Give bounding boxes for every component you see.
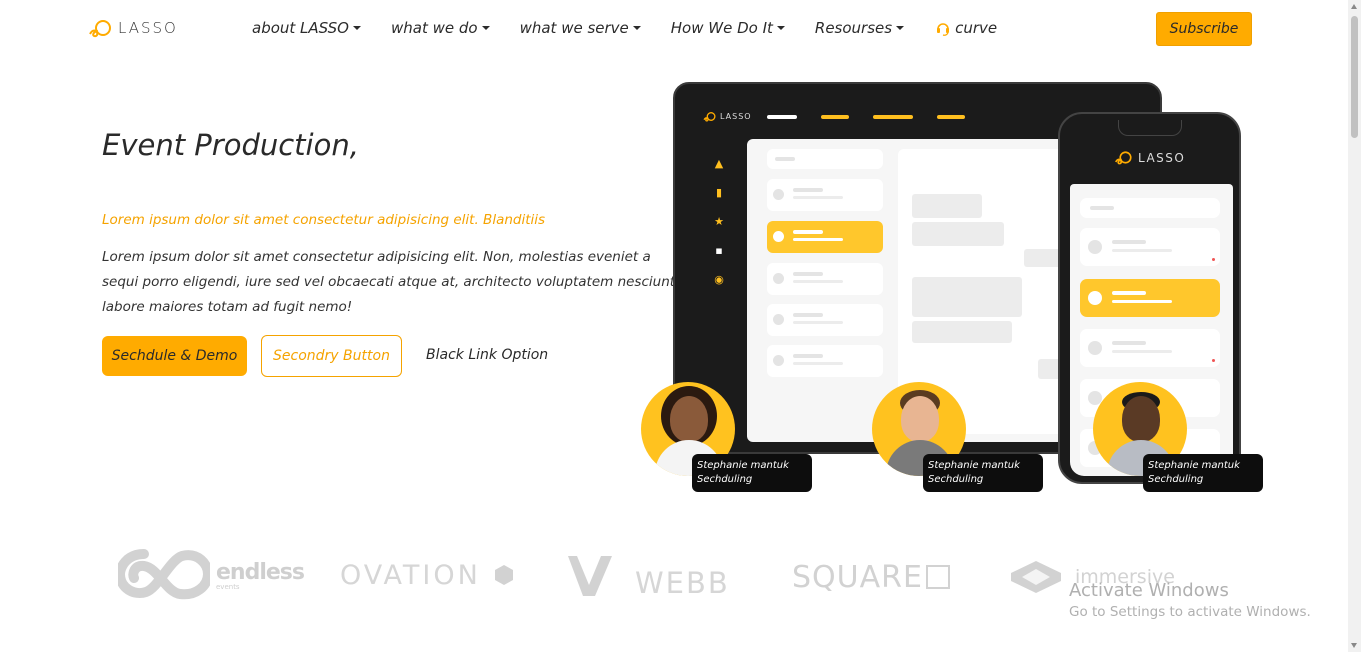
caret-down-icon — [481, 26, 490, 30]
secondary-button[interactable]: Secondry Button — [261, 335, 402, 377]
caret-down-icon — [632, 26, 641, 30]
avatar-tag: Stephanie mantuk Sechduling — [923, 454, 1043, 492]
page-scrollbar[interactable] — [1348, 0, 1361, 652]
chat-bubble — [912, 321, 1012, 343]
phone-logo-text: LASSO — [1138, 150, 1186, 165]
tablet-nav-bar — [767, 115, 797, 119]
bar-chart-icon: ▮ — [715, 186, 723, 199]
circle-icon: ◉ — [714, 273, 724, 286]
webb-logo-icon — [568, 556, 612, 596]
nav-item-resources[interactable]: Resourses — [814, 19, 905, 37]
avatar-tag: Stephanie mantuk Sechduling — [692, 454, 812, 492]
lasso-logo-icon — [703, 112, 716, 122]
square-mark-icon — [926, 565, 950, 589]
nav-item-curve[interactable]: curve — [934, 19, 997, 37]
search-bar — [1080, 198, 1220, 218]
activate-windows-subtitle: Go to Settings to activate Windows. — [1069, 604, 1311, 620]
avatar-role: Sechduling — [697, 474, 753, 485]
avatar-name: Stephanie mantuk — [697, 460, 789, 471]
avatar-name: Stephanie mantuk — [928, 460, 1020, 471]
tablet-logo-text: LASSO — [720, 112, 752, 121]
avatar-role: Sechduling — [1148, 474, 1204, 485]
activate-windows-watermark: Activate Windows Go to Settings to activ… — [1069, 580, 1311, 620]
nav-item-what-we-serve[interactable]: what we serve — [520, 19, 641, 37]
activate-windows-title: Activate Windows — [1069, 580, 1229, 601]
nav-item-label: what we do — [390, 19, 478, 37]
headset-icon — [937, 23, 950, 36]
star-icon: ★ — [714, 215, 724, 228]
lasso-logo[interactable]: LASSO — [88, 18, 178, 38]
scroll-down-arrow-icon[interactable] — [1351, 643, 1357, 648]
hero-subtitle: Lorem ipsum dolor sit amet consectetur a… — [102, 212, 546, 228]
caret-down-icon — [352, 26, 361, 30]
chat-icon: ▪ — [715, 244, 723, 257]
top-navigation: LASSO about LASSO what we do what we ser… — [0, 0, 1348, 58]
nav-item-label: what we serve — [519, 19, 629, 37]
nav-item-label: curve — [955, 19, 998, 37]
subscribe-button[interactable]: Subscribe — [1156, 12, 1252, 46]
list-card — [1080, 329, 1220, 367]
cube-icon — [495, 565, 513, 585]
list-card — [767, 304, 883, 336]
list-card — [1080, 228, 1220, 266]
lasso-logo-icon — [1115, 151, 1132, 165]
phone-notch — [1118, 120, 1182, 136]
phone-logo: LASSO — [1114, 150, 1185, 165]
list-card — [767, 345, 883, 377]
lasso-logo-icon — [89, 20, 111, 38]
list-card — [767, 179, 883, 211]
avatar-name: Stephanie mantuk — [1148, 460, 1240, 471]
chat-bubble — [912, 222, 1004, 246]
nav-item-what-we-do[interactable]: what we do — [391, 19, 490, 37]
tablet-nav-bar — [937, 115, 965, 119]
brand-endless-text: endless — [216, 560, 305, 585]
nav-item-how-we-do-it[interactable]: How We Do It — [671, 19, 785, 37]
nav-item-label: about LASSO — [252, 19, 349, 37]
hero-description: Lorem ipsum dolor sit amet consectetur a… — [102, 249, 676, 315]
tablet-nav-bar — [821, 115, 849, 119]
chat-bubble — [912, 194, 982, 218]
list-card-selected — [767, 221, 883, 253]
scroll-thumb[interactable] — [1351, 16, 1358, 138]
nav-item-about[interactable]: about LASSO — [252, 19, 361, 37]
list-card-selected — [1080, 279, 1220, 317]
immersive-logo-icon — [1011, 561, 1061, 593]
nav-menu: about LASSO what we do what we serve How… — [252, 19, 1027, 37]
black-link-option[interactable]: Black Link Option — [426, 347, 548, 363]
tablet-nav-bar — [873, 115, 913, 119]
brand-ovation: OVATION — [340, 560, 481, 591]
nav-item-label: Resourses — [814, 19, 893, 37]
logo-text: LASSO — [118, 19, 178, 37]
nav-item-label: How We Do It — [670, 19, 773, 37]
avatar-tag: Stephanie mantuk Sechduling — [1143, 454, 1263, 492]
brand-webb: WEBB — [635, 566, 730, 600]
caret-down-icon — [776, 26, 785, 30]
list-card — [767, 263, 883, 295]
chat-bubble — [912, 277, 1022, 317]
endless-logo-icon — [118, 549, 210, 600]
search-bar — [767, 149, 883, 169]
hero-title: Event Production, — [102, 128, 359, 162]
brand-square: SQUARE — [792, 560, 923, 595]
caret-down-icon — [896, 26, 905, 30]
triangle-icon: ▲ — [714, 157, 724, 170]
tablet-logo: LASSO — [703, 111, 752, 122]
avatar-role: Sechduling — [928, 474, 984, 485]
scroll-up-arrow-icon[interactable] — [1351, 4, 1357, 9]
brand-endless-sub: events — [216, 583, 240, 591]
schedule-demo-button[interactable]: Sechdule & Demo — [102, 336, 247, 376]
